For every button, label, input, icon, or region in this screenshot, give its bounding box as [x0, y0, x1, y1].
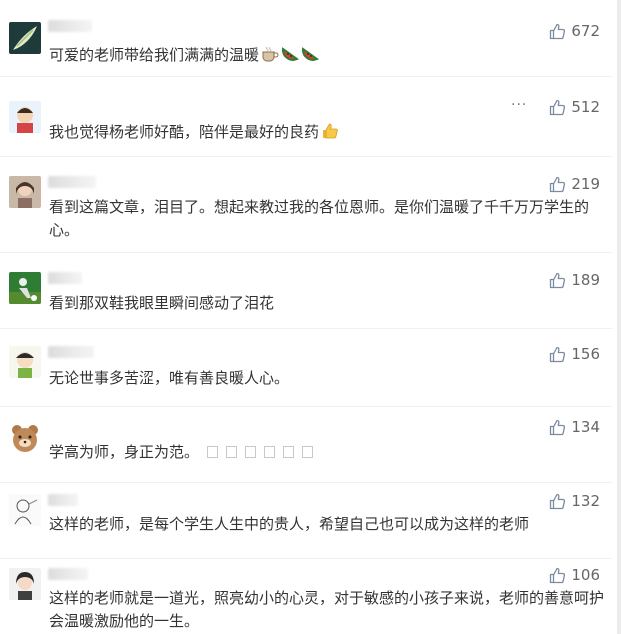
more-options-button[interactable]: ··· — [511, 97, 527, 113]
scrollbar-thumb[interactable] — [617, 0, 621, 634]
comment-item: 无论世事多苦涩，唯有善良暖人心。 156 — [0, 328, 612, 407]
avatar-sport-icon[interactable] — [9, 272, 41, 304]
username-blurred[interactable] — [48, 346, 94, 358]
comment-text: 看到那双鞋我眼里瞬间感动了泪花 — [49, 294, 275, 312]
like-button[interactable]: 156 — [549, 344, 600, 364]
thumbs-up-icon — [549, 419, 566, 436]
avatar-cartoon-icon[interactable] — [9, 346, 41, 378]
comment-text: 可爱的老师带给我们满满的温暖 — [49, 44, 609, 70]
thumbs-up-icon — [549, 346, 566, 363]
like-button[interactable]: 132 — [549, 491, 600, 511]
watermelon-icon — [281, 45, 300, 70]
like-count: 219 — [571, 175, 600, 193]
comment-text: 这样的老师，是每个学生人生中的贵人，希望自己也可以成为这样的老师 — [49, 515, 530, 533]
missing-glyph-boxes — [199, 443, 314, 461]
username-blurred[interactable] — [48, 568, 88, 580]
like-button[interactable]: 672 — [549, 21, 600, 41]
like-count: 189 — [571, 271, 600, 289]
avatar-person-icon[interactable] — [9, 176, 41, 208]
like-count: 512 — [571, 98, 600, 116]
tea-icon — [261, 45, 279, 70]
username-blurred[interactable] — [48, 176, 96, 188]
comment-item: 这样的老师就是一道光，照亮幼小的心灵，对于敏感的小孩子来说，老师的善意呵护会温暖… — [0, 558, 612, 634]
username-blurred[interactable] — [48, 494, 78, 506]
comment-item: ··· 我也觉得杨老师好酷，陪伴是最好的良药 512 — [0, 76, 612, 157]
comment-item: 可爱的老师带给我们满满的温暖 672 — [0, 0, 612, 77]
like-button[interactable]: 134 — [549, 417, 600, 437]
comment-item: 学高为师，身正为范。 134 — [0, 406, 612, 483]
comment-text: 看到这篇文章，泪目了。想起来教过我的各位恩师。是你们温暖了千千万万学生的心。 — [49, 198, 590, 239]
watermelon-icon — [301, 45, 320, 70]
like-button[interactable]: 189 — [549, 270, 600, 290]
comment-item: 看到这篇文章，泪目了。想起来教过我的各位恩师。是你们温暖了千千万万学生的心。 2… — [0, 156, 612, 253]
comment-item: 这样的老师，是每个学生人生中的贵人，希望自己也可以成为这样的老师 132 — [0, 482, 612, 559]
like-button[interactable]: 219 — [549, 174, 600, 194]
thumbs-up-icon — [549, 176, 566, 193]
username-blurred[interactable] — [48, 272, 82, 284]
like-button[interactable]: 512 — [549, 97, 600, 117]
avatar-sketch-icon[interactable] — [9, 494, 41, 526]
like-count: 132 — [571, 492, 600, 510]
thumbs-up-icon — [549, 272, 566, 289]
thumbs-up-icon — [549, 99, 566, 116]
avatar-leaf-icon[interactable] — [9, 22, 41, 54]
thumbs-up-icon — [549, 493, 566, 510]
avatar-girl-icon[interactable] — [9, 568, 41, 600]
comment-text: 无论世事多苦涩，唯有善良暖人心。 — [49, 369, 290, 387]
like-count: 106 — [571, 566, 600, 584]
username-blurred[interactable] — [48, 20, 92, 32]
thumbs-up-icon — [549, 567, 566, 584]
scrollbar[interactable] — [617, 0, 621, 634]
comment-text: 学高为师，身正为范。 — [49, 441, 609, 464]
avatar-child-icon[interactable] — [9, 101, 41, 133]
thumbs-up-icon — [549, 23, 566, 40]
like-count: 156 — [571, 345, 600, 363]
like-count: 134 — [571, 418, 600, 436]
avatar-bear-icon[interactable] — [9, 422, 41, 454]
like-button[interactable]: 106 — [549, 565, 600, 585]
thumbs-up-emoji — [321, 122, 339, 147]
comment-item: 看到那双鞋我眼里瞬间感动了泪花 189 — [0, 252, 612, 329]
like-count: 672 — [571, 22, 600, 40]
comment-text: 我也觉得杨老师好酷，陪伴是最好的良药 — [49, 121, 609, 147]
comment-text: 这样的老师就是一道光，照亮幼小的心灵，对于敏感的小孩子来说，老师的善意呵护会温暖… — [49, 589, 605, 630]
